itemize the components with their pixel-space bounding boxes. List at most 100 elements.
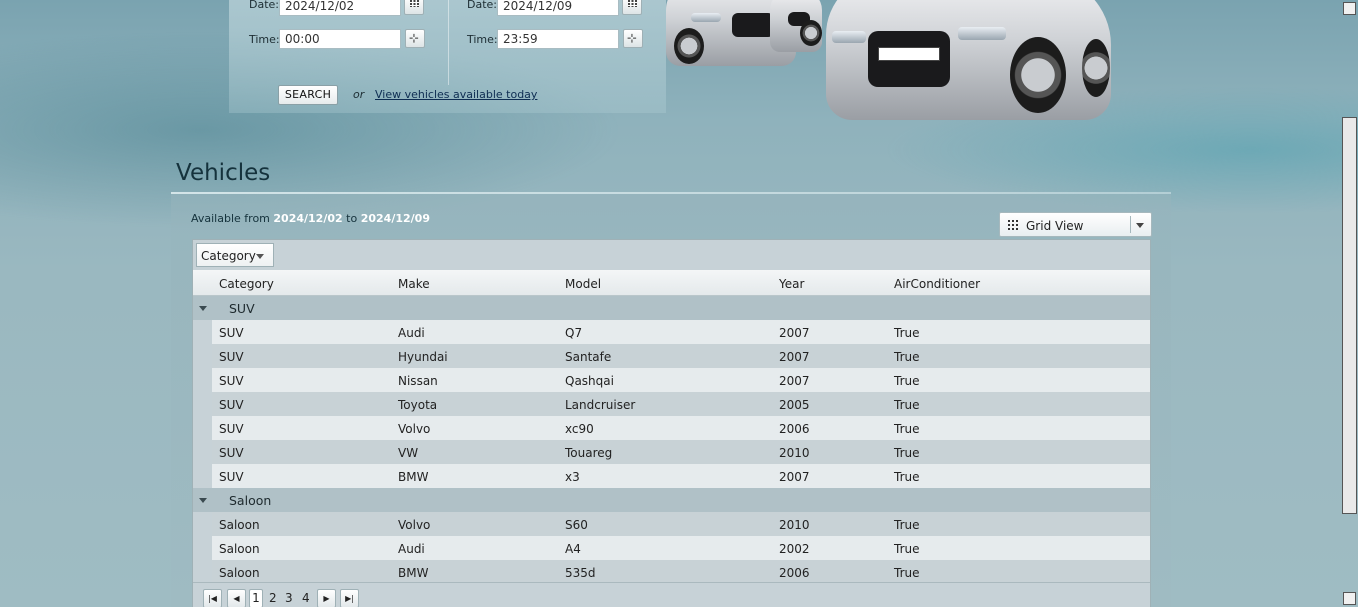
cell-airconditioner: True: [894, 566, 920, 580]
group-label: SUV: [229, 301, 255, 316]
page-number[interactable]: 4: [302, 591, 310, 605]
availability-from-date: 2024/12/02: [273, 212, 343, 225]
to-time-input[interactable]: 23:59: [497, 29, 619, 49]
group-row: SUV: [193, 296, 1150, 320]
group-label: Saloon: [229, 493, 272, 508]
table-row[interactable]: Saloon Audi A4 2002 True: [212, 536, 1150, 560]
table-row[interactable]: Saloon BMW 535d 2006 True: [212, 560, 1150, 584]
expand-toggle-icon[interactable]: [199, 306, 207, 311]
clock-icon: ⊹: [627, 31, 638, 45]
cell-year: 2010: [779, 518, 810, 532]
column-header-model[interactable]: Model: [565, 277, 601, 291]
to-date-label: Date:: [467, 0, 497, 11]
pager: |◀ ◀ 1 2 3 4 ▶ ▶|: [193, 582, 1150, 607]
search-button[interactable]: SEARCH: [278, 85, 338, 105]
expand-toggle-icon[interactable]: [199, 498, 207, 503]
table-row[interactable]: SUV Volvo xc90 2006 True: [212, 416, 1150, 440]
scroll-down-button[interactable]: [1343, 592, 1356, 605]
or-text: or: [353, 88, 365, 101]
cell-category: SUV: [219, 422, 244, 436]
cell-model: x3: [565, 470, 580, 484]
table-row[interactable]: Saloon Volvo S60 2010 True: [212, 512, 1150, 536]
cell-category: Saloon: [219, 518, 260, 532]
to-time-picker-button[interactable]: ⊹: [623, 29, 643, 48]
cell-model: Santafe: [565, 350, 612, 364]
column-header-airconditioner[interactable]: AirConditioner: [894, 277, 980, 291]
from-date-picker-button[interactable]: [404, 0, 424, 15]
cell-model: Q7: [565, 326, 583, 340]
cell-model: Landcruiser: [565, 398, 636, 412]
cell-airconditioner: True: [894, 446, 920, 460]
first-page-icon[interactable]: |◀: [203, 589, 222, 607]
table-row[interactable]: SUV BMW x3 2007 True: [212, 464, 1150, 488]
cell-make: Volvo: [398, 422, 431, 436]
from-time-picker-button[interactable]: ⊹: [405, 29, 425, 48]
view-mode-label: Grid View: [1026, 219, 1084, 233]
cell-airconditioner: True: [894, 542, 920, 556]
cell-make: VW: [398, 446, 419, 460]
column-header-category[interactable]: Category: [219, 277, 274, 291]
last-page-icon[interactable]: ▶|: [340, 589, 359, 607]
table-row[interactable]: SUV Nissan Qashqai 2007 True: [212, 368, 1150, 392]
group-indent: [193, 368, 212, 392]
cell-airconditioner: True: [894, 350, 920, 364]
group-indent: [193, 320, 212, 344]
group-chip-label: Category: [201, 249, 256, 263]
group-chip-category[interactable]: Category: [196, 243, 274, 267]
cell-year: 2002: [779, 542, 810, 556]
page-number[interactable]: 3: [285, 591, 293, 605]
cell-make: Audi: [398, 326, 425, 340]
from-date-input[interactable]: 2024/12/02: [279, 0, 401, 16]
cell-category: SUV: [219, 446, 244, 460]
page-number-current[interactable]: 1: [249, 589, 263, 607]
cell-airconditioner: True: [894, 374, 920, 388]
cell-model: S60: [565, 518, 588, 532]
cell-make: Toyota: [398, 398, 438, 412]
from-time-label: Time:: [249, 33, 280, 46]
column-header-make[interactable]: Make: [398, 277, 430, 291]
view-today-link[interactable]: View vehicles available today: [375, 88, 537, 101]
availability-prefix: Available from: [191, 212, 270, 225]
cell-make: BMW: [398, 566, 429, 580]
car-front: [826, 0, 1111, 120]
chevron-down-icon[interactable]: [256, 254, 264, 259]
cell-category: Saloon: [219, 566, 260, 580]
table-row[interactable]: SUV Hyundai Santafe 2007 True: [212, 344, 1150, 368]
cell-model: Qashqai: [565, 374, 614, 388]
view-mode-select[interactable]: Grid View: [999, 212, 1152, 237]
to-date-input[interactable]: 2024/12/09: [497, 0, 619, 16]
group-indent: [193, 512, 212, 536]
cell-airconditioner: True: [894, 326, 920, 340]
table-row[interactable]: SUV Audi Q7 2007 True: [212, 320, 1150, 344]
cell-model: xc90: [565, 422, 594, 436]
cell-make: BMW: [398, 470, 429, 484]
grid-header: Category Make Model Year AirConditioner: [193, 270, 1150, 296]
page-number[interactable]: 2: [269, 591, 277, 605]
cell-make: Hyundai: [398, 350, 448, 364]
group-indent: [193, 560, 212, 584]
cell-category: SUV: [219, 398, 244, 412]
cell-year: 2007: [779, 350, 810, 364]
cell-model: 535d: [565, 566, 596, 580]
chevron-down-icon[interactable]: [1136, 223, 1144, 228]
to-time-label: Time:: [467, 33, 498, 46]
cell-make: Nissan: [398, 374, 438, 388]
cell-year: 2007: [779, 374, 810, 388]
table-row[interactable]: SUV Toyota Landcruiser 2005 True: [212, 392, 1150, 416]
car-banner-image: [666, 0, 1116, 125]
availability-text: Available from 2024/12/02 to 2024/12/09: [191, 212, 430, 225]
scroll-up-button[interactable]: [1343, 2, 1356, 15]
column-header-year[interactable]: Year: [779, 277, 804, 291]
cell-airconditioner: True: [894, 518, 920, 532]
page-scrollbar[interactable]: [1341, 0, 1358, 607]
cell-year: 2007: [779, 470, 810, 484]
cell-airconditioner: True: [894, 422, 920, 436]
car-small: [770, 0, 822, 52]
to-date-picker-button[interactable]: [622, 0, 642, 15]
table-row[interactable]: SUV VW Touareg 2010 True: [212, 440, 1150, 464]
from-time-input[interactable]: 00:00: [279, 29, 401, 49]
calendar-icon: [410, 0, 419, 7]
prev-page-icon[interactable]: ◀: [227, 589, 246, 607]
scroll-thumb[interactable]: [1342, 117, 1357, 514]
next-page-icon[interactable]: ▶: [317, 589, 336, 607]
